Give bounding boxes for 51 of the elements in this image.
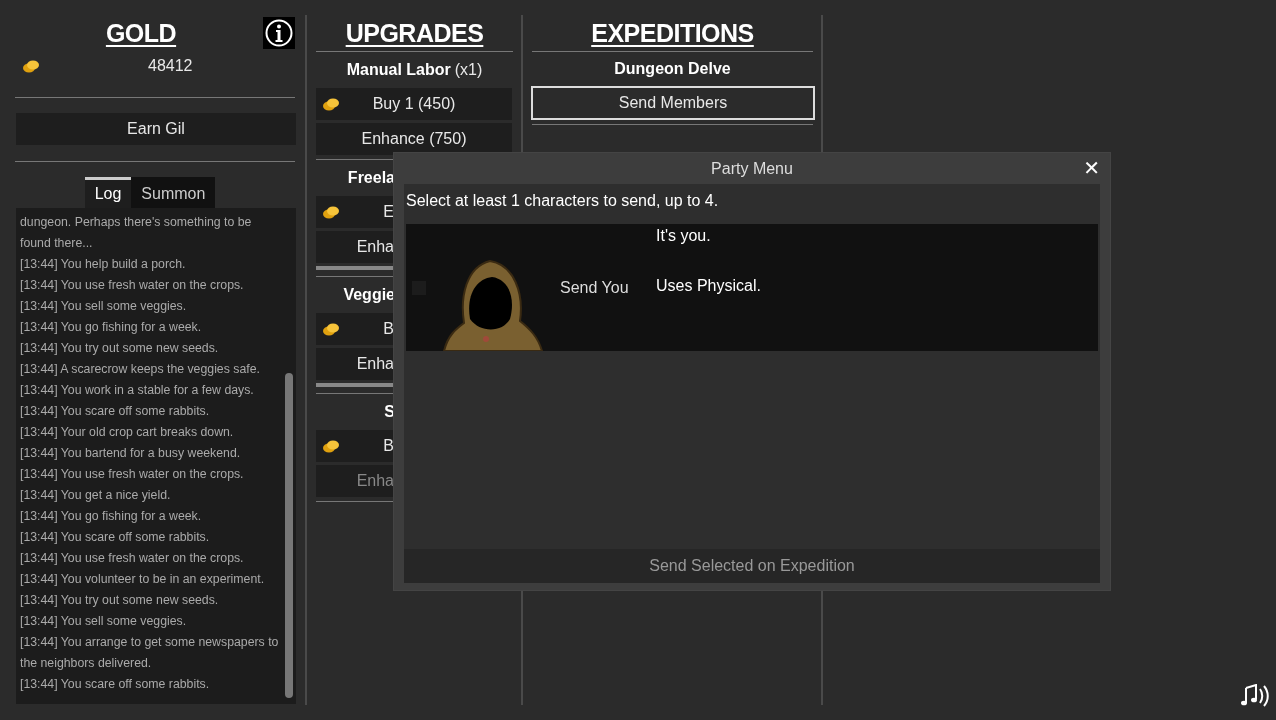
currency-amount: 48412	[148, 57, 193, 75]
close-button[interactable]: ✕	[1081, 156, 1102, 180]
log-entry: [13:44] You help build a porch.	[20, 256, 187, 273]
send-members-button[interactable]: Send Members	[531, 86, 815, 120]
log-entry: [13:44] You get a nice yield.	[20, 487, 172, 504]
music-sound-icon[interactable]	[1240, 684, 1270, 708]
log-entry: [13:44] A scarecrow keeps the veggies safe.	[20, 361, 261, 378]
coins-icon	[322, 205, 340, 219]
log-entry: [13:44] You scare off some rabbits.	[20, 529, 211, 546]
coins-icon	[322, 439, 340, 453]
enhance-button[interactable]: Enhance (750)	[316, 123, 512, 155]
scrollbar-thumb[interactable]	[285, 373, 293, 698]
log-entry: [13:44] You go fishing for a week.	[20, 319, 203, 336]
log-entry: [13:44] You work in a stable for a few days.	[20, 382, 255, 399]
upgrades-title: UPGRADES	[344, 18, 485, 49]
character-description: It's you.	[656, 227, 712, 245]
log-entry: [13:44] You use fresh water on the crops.	[20, 466, 245, 483]
log-entry: dungeon. Perhaps there's something to be found there...	[20, 214, 253, 252]
upgrade-name: Freela	[347, 169, 395, 187]
log-entry: [13:44] You use fresh water on the crops.	[20, 277, 245, 294]
log-entry: [13:44] You arrange to get some newspapers to the neighbors delivered.	[20, 634, 280, 672]
log-entry: [13:44] You scare off some rabbits.	[20, 403, 211, 420]
log-entry: [13:44] You volunteer to be in an experiment.	[20, 571, 266, 588]
send-character-label: Send You	[560, 278, 630, 297]
character-skill: Uses Physical.	[656, 277, 761, 295]
log-entry: [13:44] You scare off some rabbits.	[20, 676, 211, 693]
dialog-title: Party Menu	[711, 159, 793, 178]
currency-title: GOLD	[104, 18, 178, 49]
earn-gil-button[interactable]: Earn Gil	[16, 113, 296, 145]
upgrade-name: Manual Labor	[346, 61, 451, 79]
expeditions-title: EXPEDITIONS	[590, 18, 755, 49]
log-entry: [13:44] You use fresh water on the crops.	[20, 550, 245, 567]
buy-button[interactable]: Buy 1 (450)	[316, 88, 512, 120]
log-entry: [13:44] You sell some veggies.	[20, 613, 188, 630]
log-entry: [13:44] You try out some new seeds.	[20, 340, 220, 357]
log-entry: [13:44] You sell some veggies.	[20, 298, 188, 315]
log-entry: [13:44] You bartend for a busy weekend.	[20, 445, 242, 462]
upgrade-name: Veggie	[343, 286, 395, 304]
coins-icon	[322, 322, 340, 336]
log-tab[interactable]: Summon	[131, 177, 216, 208]
coins-icon	[22, 59, 40, 73]
upgrade-count: (x1)	[454, 61, 483, 79]
log-entry: [13:44] You go fishing for a week.	[20, 508, 203, 525]
info-icon[interactable]	[263, 17, 295, 49]
log-entry: [13:44] Your old crop cart breaks down.	[20, 424, 235, 441]
character-row[interactable]: Send You It's you. Uses Physical.	[406, 224, 1098, 351]
expedition-name: Dungeon Delve	[613, 59, 732, 79]
instructions-text: Select at least 1 characters to send, up to 4.	[405, 191, 720, 211]
log-entry: [13:44] You try out some new seeds.	[20, 592, 220, 609]
coins-icon	[322, 97, 340, 111]
log-tab[interactable]: Log	[84, 177, 132, 208]
